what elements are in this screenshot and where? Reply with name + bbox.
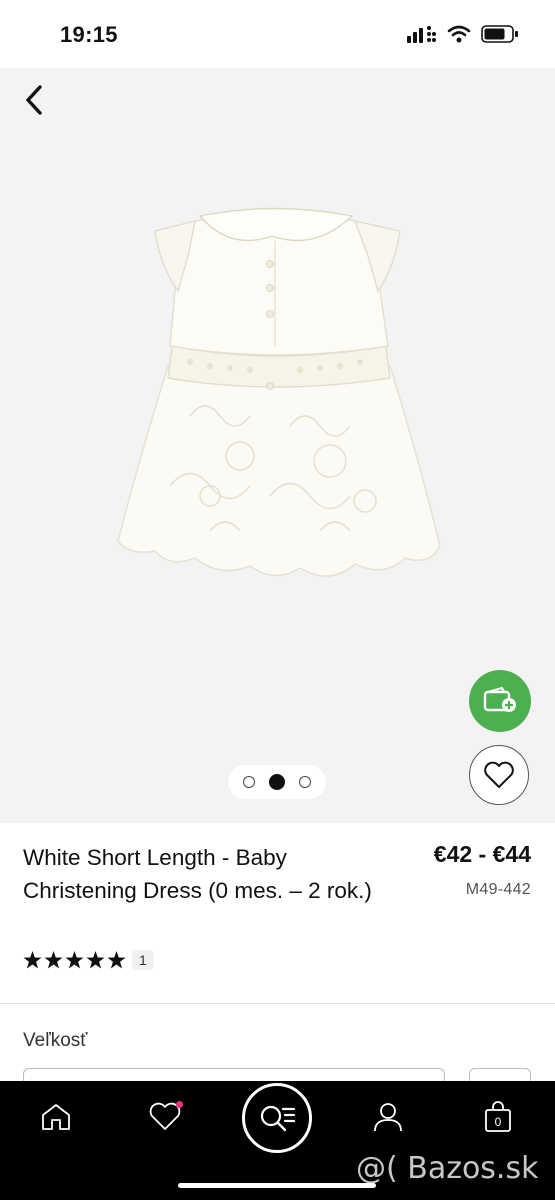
product-title: White Short Length - Baby Christening Dr… bbox=[23, 845, 372, 903]
watermark: @( Bazos.sk bbox=[356, 1151, 539, 1186]
wifi-icon bbox=[447, 25, 471, 43]
wallet-plus-icon bbox=[483, 686, 516, 712]
star-icon bbox=[86, 951, 105, 969]
nav-favorites[interactable] bbox=[145, 1097, 185, 1137]
signal-icon bbox=[407, 26, 436, 43]
product-price: €42 - €44 bbox=[433, 841, 531, 867]
gallery-dot[interactable] bbox=[299, 776, 311, 788]
nav-account[interactable] bbox=[368, 1097, 408, 1137]
gallery-pagination bbox=[228, 765, 326, 799]
status-bar: 19:15 bbox=[0, 0, 555, 68]
product-rating[interactable]: 1 bbox=[23, 950, 154, 970]
status-icons bbox=[407, 25, 519, 43]
bag-count: 0 bbox=[495, 1115, 502, 1129]
product-image-dress bbox=[117, 207, 441, 577]
product-gallery[interactable] bbox=[0, 68, 555, 823]
heart-icon bbox=[484, 761, 514, 788]
user-icon bbox=[374, 1103, 402, 1132]
nav-bag[interactable]: 0 bbox=[478, 1097, 518, 1137]
star-icon bbox=[107, 951, 126, 969]
add-to-favorites-button[interactable] bbox=[469, 745, 529, 805]
favorites-badge bbox=[176, 1101, 183, 1108]
product-info: White Short Length - Baby Christening Dr… bbox=[0, 823, 555, 1003]
section-divider bbox=[0, 1003, 555, 1004]
gallery-dot-active[interactable] bbox=[269, 774, 285, 790]
size-label: Veľkosť bbox=[23, 1030, 88, 1051]
back-button[interactable] bbox=[14, 80, 54, 120]
home-icon bbox=[42, 1104, 70, 1130]
status-time: 19:15 bbox=[60, 22, 118, 47]
rating-stars bbox=[23, 951, 126, 969]
battery-icon bbox=[481, 25, 518, 43]
search-list-icon bbox=[260, 1105, 296, 1132]
review-count: 1 bbox=[132, 950, 154, 970]
gallery-dot[interactable] bbox=[243, 776, 255, 788]
star-icon bbox=[44, 951, 63, 969]
bag-icon: 0 bbox=[485, 1101, 511, 1132]
nav-home[interactable] bbox=[36, 1097, 76, 1137]
chevron-left-icon bbox=[26, 85, 42, 115]
nav-search[interactable] bbox=[242, 1083, 312, 1153]
add-to-cart-button[interactable] bbox=[469, 670, 531, 732]
home-indicator bbox=[178, 1183, 376, 1188]
star-icon bbox=[65, 951, 84, 969]
product-sku: M49-442 bbox=[465, 881, 531, 898]
star-icon bbox=[23, 951, 42, 969]
